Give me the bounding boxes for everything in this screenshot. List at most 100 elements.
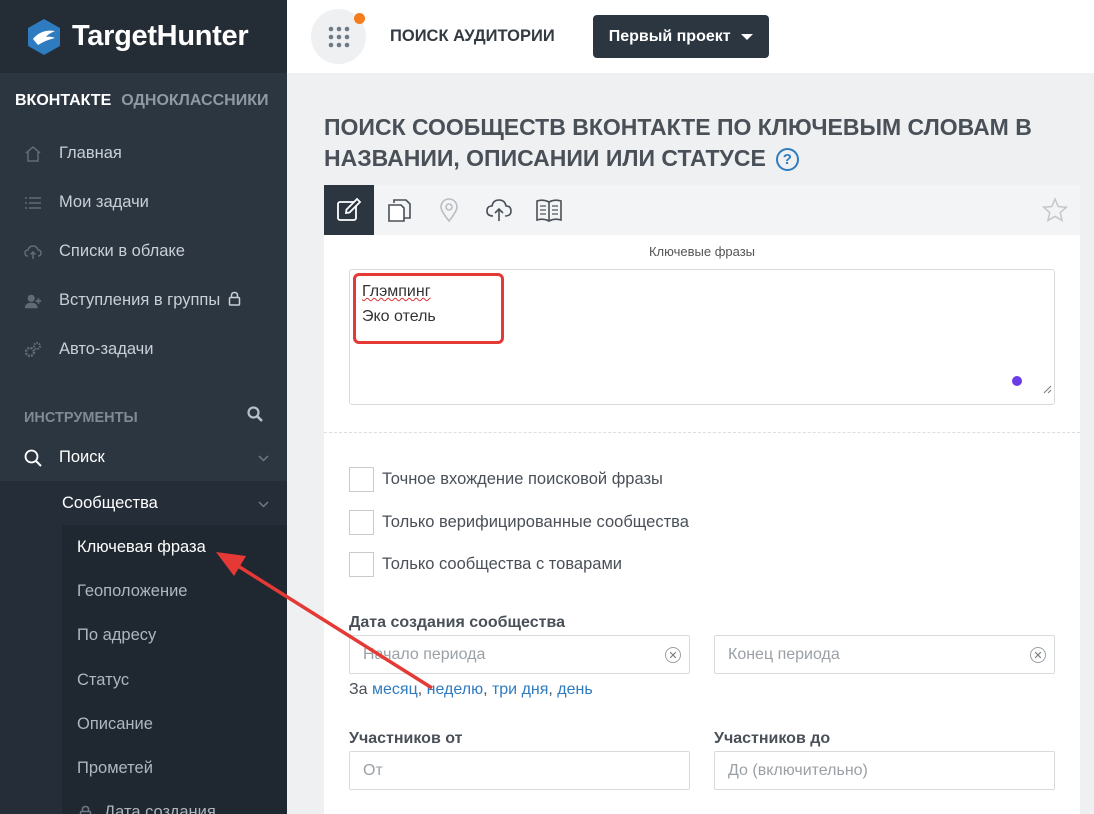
apps-button[interactable] [311,9,366,64]
user-add-icon [24,292,42,310]
sidebar-item-label: Вступления в группы [59,291,221,309]
cloud-upload-icon [486,199,512,221]
network-tabs: ВКОНТАКТЕ ОДНОКЛАССНИКИ [0,73,287,129]
help-icon[interactable]: ? [775,148,799,171]
sidebar-item-label: Авто-задачи [59,340,154,358]
sidebar-item-label: Главная [59,144,122,162]
search-icon[interactable] [247,406,263,426]
grammar-dot-icon [1012,376,1022,386]
period-month-link[interactable]: месяц [372,681,418,698]
creation-date-label: Дата создания сообщества [349,614,565,631]
tab-odnoklassniki[interactable]: ОДНОКЛАССНИКИ [121,92,268,110]
sidebar-item-label: Мои задачи [59,193,149,211]
lock-icon [228,291,241,311]
logo[interactable]: TargetHunter [0,0,287,73]
chevron-down-icon [258,494,269,513]
sidebar-item-by-address[interactable]: По адресу [62,614,287,658]
clear-icon[interactable]: ✕ [665,647,681,663]
members-to-input[interactable]: До (включительно) [714,751,1055,790]
copy-icon [388,199,411,222]
home-icon [24,145,42,163]
chevron-down-icon [258,448,269,467]
sidebar-item-keyword-phrase[interactable]: Ключевая фраза [62,525,287,569]
tab-geo[interactable] [424,185,474,235]
cloud-upload-icon [24,243,42,261]
date-start-input[interactable]: Начало периода ✕ [349,635,690,674]
clear-icon[interactable]: ✕ [1030,647,1046,663]
tools-heading: ИНСТРУМЕНТЫ [0,374,287,434]
period-day-link[interactable]: день [557,681,592,698]
notification-dot [354,13,365,24]
edit-icon [337,197,362,221]
caret-down-icon [740,33,753,40]
page-title: ПОИСК СООБЩЕСТВ ВКОНТАКТЕ ПО КЛЮЧЕВЫМ СЛ… [324,112,1044,174]
tools-heading-label: ИНСТРУМЕНТЫ [24,410,138,426]
date-end-input[interactable]: Конец периода ✕ [714,635,1055,674]
with-goods-checkbox[interactable] [349,552,374,577]
highlight-box [353,273,504,344]
quick-periods: За месяц, неделю, три дня, день [349,681,593,698]
project-dropdown[interactable]: Первый проект [592,15,769,58]
top-bar: ПОИСК АУДИТОРИИ Первый проект [287,0,1094,73]
sidebar-item-tasks[interactable]: Мои задачи [0,178,287,227]
page-title-text: ПОИСК СООБЩЕСТВ ВКОНТАКТЕ ПО КЛЮЧЕВЫМ СЛ… [324,114,1032,171]
gears-icon [24,341,42,359]
checkbox-label: Точное вхождение поисковой фразы [382,470,663,488]
with-goods-checkbox-row[interactable]: Только сообщества с товарами [349,552,622,577]
page-section-title: ПОИСК АУДИТОРИИ [390,27,555,45]
exact-match-checkbox[interactable] [349,467,374,492]
star-icon[interactable] [1041,197,1069,228]
tab-manual-input[interactable] [324,185,374,235]
quick-prefix: За [349,681,368,698]
verified-only-checkbox-row[interactable]: Только верифицированные сообщества [349,510,689,535]
checkbox-label: Только верифицированные сообщества [382,513,689,531]
period-three-days-link[interactable]: три дня [492,681,548,698]
sidebar-item-prometheus[interactable]: Прометей [62,746,287,790]
grid-icon [328,26,349,47]
verified-only-checkbox[interactable] [349,510,374,535]
members-from-input[interactable]: От [349,751,690,790]
sidebar-item-communities[interactable]: Сообщества [0,481,287,525]
members-to-label: Участников до [714,730,831,747]
sidebar: TargetHunter ВКОНТАКТЕ ОДНОКЛАССНИКИ Гла… [0,0,287,814]
project-label: Первый проект [608,27,731,45]
date-start-placeholder: Начало периода [363,645,486,663]
tab-vkontakte[interactable]: ВКОНТАКТЕ [15,92,111,110]
divider [324,432,1080,433]
logo-text: TargetHunter [72,20,249,52]
sidebar-item-group-joins[interactable]: Вступления в группы [0,276,287,325]
map-pin-icon [440,198,458,223]
sidebar-item-description[interactable]: Описание [62,702,287,746]
book-icon [536,199,562,222]
sidebar-item-home[interactable]: Главная [0,129,287,178]
sidebar-item-auto-tasks[interactable]: Авто-задачи [0,325,287,374]
checkbox-label: Только сообщества с товарами [382,555,622,573]
search-submenu: Сообщества Ключевая фраза Геоположение П… [0,481,287,814]
sidebar-item-label: Дата создания [104,803,216,814]
sidebar-item-cloud-lists[interactable]: Списки в облаке [0,227,287,276]
sidebar-item-status[interactable]: Статус [62,658,287,702]
targethunter-logo-icon [28,18,60,55]
list-icon [24,194,42,212]
sidebar-item-geolocation[interactable]: Геоположение [62,569,287,613]
exact-match-checkbox-row[interactable]: Точное вхождение поисковой фразы [349,467,663,492]
period-week-link[interactable]: неделю [427,681,483,698]
search-form-card: Ключевые фразы Глэмпинг Эко отель Точное… [324,185,1080,814]
keywords-textarea[interactable]: Глэмпинг Эко отель [349,269,1055,405]
tab-book[interactable] [524,185,574,235]
keywords-label: Ключевые фразы [648,244,756,259]
communities-submenu: Ключевая фраза Геоположение По адресу Ст… [62,525,287,814]
tab-copy-list[interactable] [374,185,424,235]
members-from-placeholder: От [363,761,383,779]
sidebar-item-search[interactable]: Поиск [0,434,287,481]
sidebar-item-label: Сообщества [62,493,158,512]
magnifier-icon [24,449,42,467]
lock-icon [79,805,92,814]
resize-handle-icon[interactable] [1043,377,1052,402]
sidebar-item-label: Списки в облаке [59,242,185,260]
input-mode-tabs [324,185,1080,235]
members-to-placeholder: До (включительно) [728,761,868,779]
tab-cloud-upload[interactable] [474,185,524,235]
sidebar-item-label: Поиск [59,448,105,466]
sidebar-item-creation-date[interactable]: Дата создания [62,791,287,814]
